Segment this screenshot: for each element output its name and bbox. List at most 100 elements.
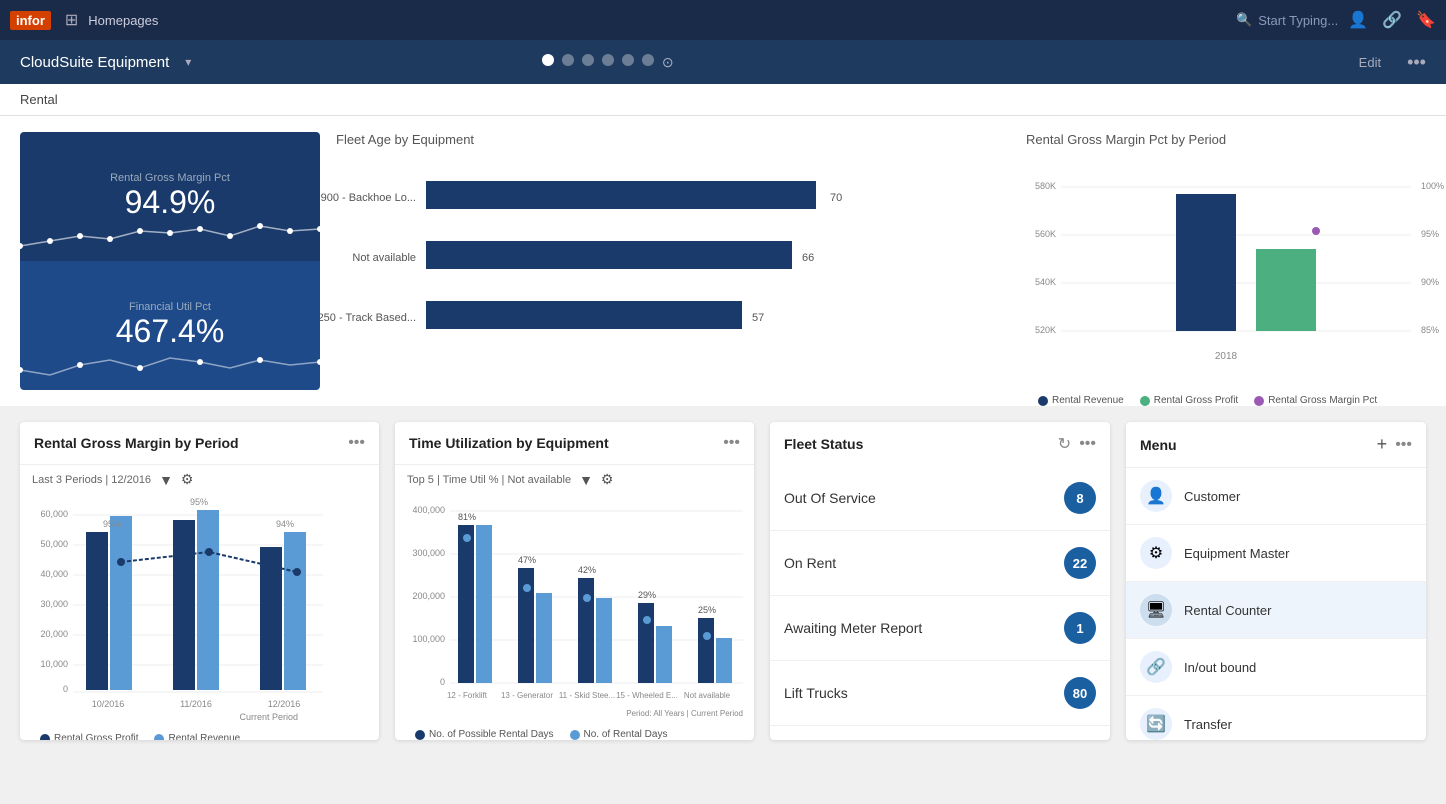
dot-2[interactable] <box>562 54 574 66</box>
legend-rental-revenue: Rental Revenue <box>1038 395 1124 406</box>
svg-text:25%: 25% <box>698 605 716 615</box>
gm-period-svg: 60,000 50,000 40,000 30,000 20,000 10,00… <box>28 502 371 722</box>
menu-item-equipment-master[interactable]: ⚙ Equipment Master <box>1126 525 1426 582</box>
svg-text:0: 0 <box>440 677 445 687</box>
user-icon[interactable]: 👤 <box>1348 10 1368 30</box>
kpi-gross-margin: Rental Gross Margin Pct 94.9% <box>20 132 320 261</box>
transfer-icon: 🔄 <box>1140 708 1172 740</box>
svg-text:100%: 100% <box>1421 181 1444 191</box>
dot-5[interactable] <box>622 54 634 66</box>
svg-text:95%: 95% <box>1421 229 1439 239</box>
svg-text:95%: 95% <box>190 497 208 507</box>
legend-rental-gross-margin-pct: Rental Gross Margin Pct <box>1254 395 1377 406</box>
menu-item-rental-counter[interactable]: 🖥 Rental Counter <box>1126 582 1426 639</box>
svg-text:400,000: 400,000 <box>412 505 445 515</box>
menu-item-transfer-label: Transfer <box>1184 717 1232 732</box>
svg-text:30,000: 30,000 <box>40 599 68 609</box>
svg-text:250 - Track Based...: 250 - Track Based... <box>318 312 416 324</box>
svg-text:900 - Backhoe Lo...: 900 - Backhoe Lo... <box>321 192 416 204</box>
rental-gross-margin-svg: 580K 560K 540K 520K 100% 95% 90% 85% 201… <box>1026 159 1426 389</box>
svg-text:29%: 29% <box>638 590 656 600</box>
bookmark-icon[interactable]: 🔖 <box>1416 10 1436 30</box>
svg-text:520K: 520K <box>1035 325 1056 335</box>
menu-add-button[interactable]: + <box>1377 434 1388 455</box>
rental-label: Rental <box>20 92 58 107</box>
svg-text:580K: 580K <box>1035 181 1056 191</box>
gm-card-header: Rental Gross Margin by Period ••• <box>20 422 379 465</box>
gm-legend: Rental Gross Profit Rental Revenue Renta… <box>28 727 371 740</box>
dot-6[interactable] <box>642 54 654 66</box>
sub-nav-more-button[interactable]: ••• <box>1407 52 1426 73</box>
app-title: CloudSuite Equipment <box>20 54 169 71</box>
kpi-financial-util: Financial Util Pct 467.4% <box>20 261 320 390</box>
time-utilization-card: Time Utilization by Equipment ••• Top 5 … <box>395 422 754 740</box>
svg-text:11 - Skid Stee...: 11 - Skid Stee... <box>559 691 615 700</box>
menu-item-customer[interactable]: 👤 Customer <box>1126 468 1426 525</box>
svg-text:Current Period: Current Period <box>239 712 298 722</box>
fleet-age-svg: 900 - Backhoe Lo... 70 Not available 66 … <box>336 159 1010 389</box>
dot-1[interactable] <box>542 54 554 66</box>
tu-settings-icon[interactable]: ⚙ <box>601 471 614 488</box>
edit-button[interactable]: Edit <box>1359 55 1381 70</box>
kpi-financial-util-label: Financial Util Pct <box>129 301 211 313</box>
customer-icon: 👤 <box>1140 480 1172 512</box>
equipment-master-icon: ⚙ <box>1140 537 1172 569</box>
tu-card-more-button[interactable]: ••• <box>723 434 740 452</box>
svg-text:94%: 94% <box>276 519 294 529</box>
gm-filter-icon[interactable]: ▼ <box>159 472 173 488</box>
svg-text:20,000: 20,000 <box>40 629 68 639</box>
legend-tu-possible-days: No. of Possible Rental Days <box>415 729 554 740</box>
fleet-status-header: Fleet Status ↻ ••• <box>770 422 1110 466</box>
dot-4[interactable] <box>602 54 614 66</box>
svg-text:66: 66 <box>802 252 814 264</box>
title-dropdown-arrow[interactable]: ▾ <box>185 55 191 69</box>
rental-counter-icon: 🖥 <box>1140 594 1172 626</box>
bottom-row: Rental Gross Margin by Period ••• Last 3… <box>0 406 1446 756</box>
financial-util-sparkline <box>20 340 320 390</box>
menu-item-transfer[interactable]: 🔄 Transfer <box>1126 696 1426 740</box>
svg-text:70: 70 <box>830 192 842 204</box>
search-area: 🔍 Start Typing... <box>1236 12 1338 28</box>
fleet-item-awaiting-meter-badge: 1 <box>1064 612 1096 644</box>
sub-navigation: CloudSuite Equipment ▾ ⊙ Edit ••• <box>0 40 1446 84</box>
gm-subheader-text: Last 3 Periods | 12/2016 <box>32 474 151 486</box>
menu-more-button[interactable]: ••• <box>1395 436 1412 454</box>
svg-text:Period: All Years | Current Pe: Period: All Years | Current Period <box>626 709 743 718</box>
inout-bound-icon: 🔗 <box>1140 651 1172 683</box>
svg-text:57: 57 <box>752 312 764 324</box>
grid-icon[interactable]: ⊞ <box>65 10 78 30</box>
svg-text:0: 0 <box>63 684 68 694</box>
gm-settings-icon[interactable]: ⚙ <box>181 471 194 488</box>
homepages-link[interactable]: Homepages <box>88 13 158 28</box>
menu-item-inout-bound[interactable]: 🔗 In/out bound <box>1126 639 1426 696</box>
fleet-item-lift-trucks-badge: 80 <box>1064 677 1096 709</box>
dot-3[interactable] <box>582 54 594 66</box>
fleet-item-on-rent: On Rent 22 <box>770 531 1110 596</box>
search-icon[interactable]: 🔍 <box>1236 12 1252 28</box>
share-icon[interactable]: 🔗 <box>1382 10 1402 30</box>
fleet-item-on-rent-badge: 22 <box>1064 547 1096 579</box>
infor-logo: infor <box>10 11 51 30</box>
fleet-refresh-icon[interactable]: ↻ <box>1058 434 1071 454</box>
tu-card-header: Time Utilization by Equipment ••• <box>395 422 754 465</box>
svg-text:11/2016: 11/2016 <box>180 699 212 709</box>
fleet-more-button[interactable]: ••• <box>1079 435 1096 453</box>
dots-arrow[interactable]: ⊙ <box>662 54 674 71</box>
top-charts-row: Rental Gross Margin Pct 94.9% Financial … <box>0 116 1446 406</box>
rental-gross-margin-chart: Rental Gross Margin Pct by Period 580K 5… <box>1026 132 1426 390</box>
fleet-age-title: Fleet Age by Equipment <box>336 132 1010 147</box>
svg-text:81%: 81% <box>458 512 476 522</box>
nav-action-icons: 👤 🔗 🔖 <box>1348 10 1436 30</box>
tu-filter-icon[interactable]: ▼ <box>579 472 593 488</box>
svg-text:85%: 85% <box>1421 325 1439 335</box>
fleet-item-awaiting-meter-label: Awaiting Meter Report <box>784 620 1064 636</box>
gm-card-more-button[interactable]: ••• <box>348 434 365 452</box>
svg-text:90%: 90% <box>1421 277 1439 287</box>
fleet-item-out-of-service-label: Out Of Service <box>784 490 1064 506</box>
svg-text:12 - Forklift: 12 - Forklift <box>447 691 488 700</box>
fleet-item-awaiting-meter: Awaiting Meter Report 1 <box>770 596 1110 661</box>
svg-text:200,000: 200,000 <box>412 591 445 601</box>
tu-subheader-text: Top 5 | Time Util % | Not available <box>407 474 571 486</box>
fleet-status-card: Fleet Status ↻ ••• Out Of Service 8 On R… <box>770 422 1110 740</box>
fleet-item-out-of-service-badge: 8 <box>1064 482 1096 514</box>
